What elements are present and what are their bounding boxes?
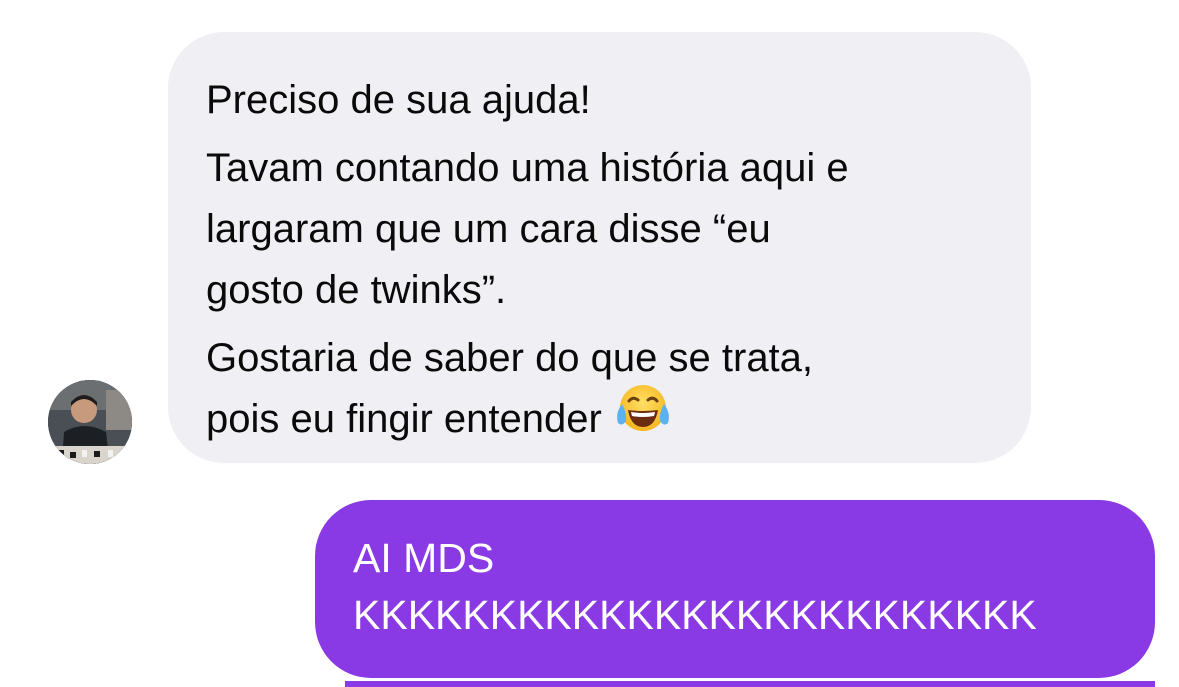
face-with-tears-of-joy-icon	[614, 381, 672, 453]
message-line: largaram que um cara disse “eu	[206, 207, 771, 251]
message-line: KKKKKKKKKKKKKKKKKKKKKKKKK	[353, 592, 1037, 638]
message-line: Gostaria de saber do que se trata,	[206, 336, 814, 380]
sender-avatar[interactable]	[48, 380, 132, 464]
next-message-bubble-edge	[345, 681, 1155, 687]
message-line: Preciso de sua ajuda!	[206, 78, 591, 122]
message-line: gosto de twinks”.	[206, 268, 507, 312]
profile-photo-icon	[48, 380, 132, 464]
message-line: AI MDS	[353, 535, 495, 581]
message-line-text: pois eu fingir entender	[206, 397, 602, 441]
incoming-message-bubble[interactable]: Preciso de sua ajuda! Tavam contando uma…	[168, 32, 1031, 463]
message-line: Tavam contando uma história aqui e	[206, 146, 849, 190]
bubble-edge-mask	[1157, 630, 1179, 687]
outgoing-message-bubble[interactable]: AI MDS KKKKKKKKKKKKKKKKKKKKKKKKK	[315, 500, 1155, 678]
message-line-last: pois eu fingir entender	[206, 385, 997, 453]
